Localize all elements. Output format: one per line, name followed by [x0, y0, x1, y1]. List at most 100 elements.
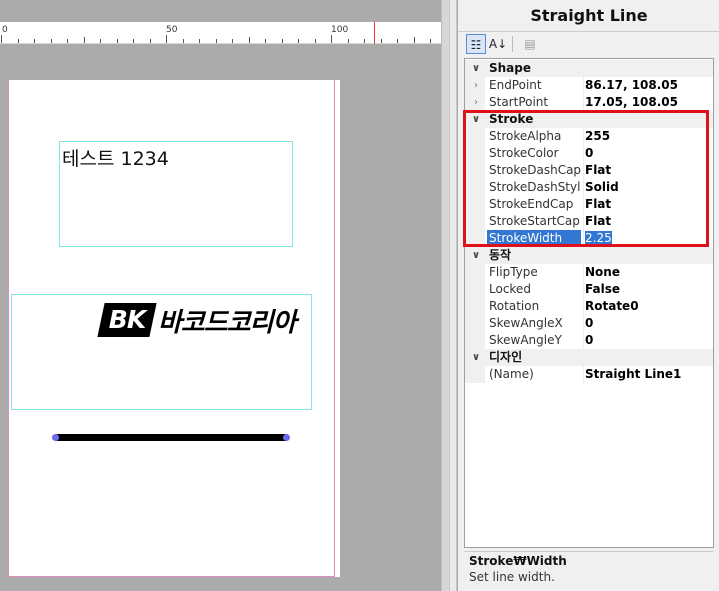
ruler-tick [265, 39, 266, 43]
ruler-tick [281, 39, 283, 43]
properties-panel: Straight Line ☷ A↓ ▤ ∨ Shape › EndPoint … [457, 0, 719, 591]
collapse-icon[interactable]: ∨ [469, 60, 483, 77]
ruler-label-0: 0 [2, 25, 8, 35]
ruler-tick [413, 37, 415, 43]
ruler-tick [380, 39, 382, 43]
description-title: Stroke₩Width [469, 554, 567, 568]
category-shape[interactable]: ∨ Shape [465, 60, 713, 77]
property-name: StrokeWidth [487, 230, 581, 247]
property-name: StrokeDashStyle [489, 180, 581, 194]
property-value[interactable]: 0 [583, 332, 711, 349]
ruler-tick [397, 39, 398, 43]
ruler-tick [17, 39, 19, 43]
property-value[interactable]: Flat [583, 196, 711, 213]
category-stroke[interactable]: ∨ Stroke [465, 111, 713, 128]
collapse-icon[interactable]: ∨ [469, 111, 483, 128]
property-pages-icon[interactable]: ▤ [520, 34, 540, 54]
property-value[interactable]: Rotate0 [583, 298, 711, 315]
property-name: StrokeAlpha [489, 129, 562, 143]
ruler-spacer [0, 0, 449, 22]
ruler-tick [100, 39, 101, 43]
property-name: Locked [489, 282, 531, 296]
property-value[interactable]: None [583, 264, 711, 281]
ruler-tick [314, 39, 316, 43]
bk-logo: BK [97, 303, 157, 337]
property-name: SkewAngleX [489, 316, 563, 330]
ruler-tick [67, 39, 68, 43]
ruler-tick [1, 35, 2, 43]
property-row[interactable]: StrokeDashCap Flat [465, 162, 713, 179]
ruler-tick [116, 39, 118, 43]
property-row[interactable]: (Name) Straight Line1 [465, 366, 713, 383]
property-grid[interactable]: ∨ Shape › EndPoint 86.17, 108.05 › Start… [464, 58, 714, 548]
property-value[interactable]: 255 [583, 128, 711, 145]
property-name: Rotation [489, 299, 540, 313]
ruler-tick [430, 39, 431, 43]
text-object-content: 테스트 1234 [62, 148, 169, 170]
property-name: StartPoint [489, 95, 549, 109]
property-row-selected[interactable]: StrokeWidth 2.25 [465, 230, 713, 247]
category-design[interactable]: ∨ 디자인 [465, 349, 713, 366]
ruler-label-100: 100 [331, 25, 349, 35]
property-value[interactable]: Flat [583, 162, 711, 179]
category-label: 동작 [489, 248, 512, 262]
description-pane: Stroke₩Width Set line width. [464, 551, 714, 589]
property-row[interactable]: Locked False [465, 281, 713, 298]
text-object[interactable]: 테스트 1234 [59, 141, 293, 247]
selected-value-text[interactable]: 2.25 [585, 231, 612, 245]
property-row[interactable]: SkewAngleX 0 [465, 315, 713, 332]
expand-icon[interactable]: › [469, 77, 483, 94]
property-name: FlipType [489, 265, 538, 279]
property-row[interactable]: StrokeAlpha 255 [465, 128, 713, 145]
bk-logo-text: BK [108, 305, 146, 334]
expand-icon[interactable]: › [469, 94, 483, 111]
property-value[interactable]: 0 [583, 145, 711, 162]
ruler-tick [364, 39, 365, 43]
ruler-label-50: 50 [166, 25, 178, 35]
property-row[interactable]: StrokeStartCap Flat [465, 213, 713, 230]
property-row[interactable]: › EndPoint 86.17, 108.05 [465, 77, 713, 94]
property-row[interactable]: FlipType None [465, 264, 713, 281]
panel-splitter[interactable] [449, 0, 457, 591]
property-name: StrokeStartCap [489, 214, 580, 228]
line-start-handle[interactable] [52, 434, 59, 441]
property-row[interactable]: StrokeColor 0 [465, 145, 713, 162]
straight-line-object[interactable] [55, 434, 288, 441]
ruler-tick [232, 39, 233, 43]
ruler-tick [298, 39, 299, 43]
ruler-tick [83, 37, 85, 43]
ruler-tick [50, 39, 52, 43]
property-row[interactable]: StrokeDashStyle Solid [465, 179, 713, 196]
ruler-tick [166, 35, 167, 43]
property-value[interactable]: 17.05, 108.05 [583, 94, 711, 111]
ruler-tick [199, 39, 200, 43]
ruler-tick [149, 39, 151, 43]
collapse-icon[interactable]: ∨ [469, 247, 483, 264]
horizontal-ruler: 0 50 100 [0, 22, 449, 44]
sort-az-icon[interactable]: A↓ [488, 34, 508, 54]
company-name-text: 바코드코리아 [158, 308, 297, 338]
category-behavior[interactable]: ∨ 동작 [465, 247, 713, 264]
property-row[interactable]: › StartPoint 17.05, 108.05 [465, 94, 713, 111]
collapse-icon[interactable]: ∨ [469, 349, 483, 366]
image-object[interactable]: BK 바코드코리아 [11, 294, 312, 410]
property-value[interactable]: 86.17, 108.05 [583, 77, 711, 94]
property-row[interactable]: SkewAngleY 0 [465, 332, 713, 349]
property-name: StrokeEndCap [489, 197, 574, 211]
property-value[interactable]: False [583, 281, 711, 298]
ruler-tick [331, 35, 332, 43]
property-value[interactable]: Straight Line1 [583, 366, 711, 383]
property-value[interactable]: Solid [583, 179, 711, 196]
property-row[interactable]: StrokeEndCap Flat [465, 196, 713, 213]
property-value-editor[interactable]: 2.25 [583, 230, 711, 247]
property-row[interactable]: Rotation Rotate0 [465, 298, 713, 315]
property-name: (Name) [489, 367, 534, 381]
categorized-icon[interactable]: ☷ [466, 34, 486, 54]
property-value[interactable]: 0 [583, 315, 711, 332]
vertical-scrollbar[interactable] [441, 0, 449, 591]
description-text: Set line width. [469, 570, 555, 584]
designer-canvas[interactable]: 0 50 100 테스트 1234 BK 바코드코리아 [0, 0, 449, 591]
line-end-handle[interactable] [283, 434, 290, 441]
property-value[interactable]: Flat [583, 213, 711, 230]
ruler-tick [182, 39, 184, 43]
